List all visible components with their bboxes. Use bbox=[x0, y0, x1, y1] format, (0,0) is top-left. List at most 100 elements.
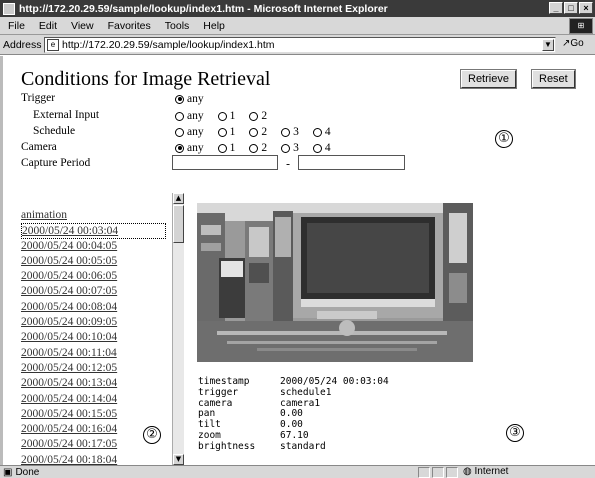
option-label: 2 bbox=[261, 110, 268, 122]
capture-period-separator: - bbox=[286, 157, 291, 171]
camera-radio-any[interactable]: any bbox=[175, 142, 204, 154]
menu-favorites[interactable]: Favorites bbox=[108, 20, 151, 32]
list-item[interactable]: 2000/05/24 00:12:05 bbox=[21, 361, 166, 376]
camera-label: Camera bbox=[21, 141, 57, 153]
list-item[interactable]: 2000/05/24 00:07:05 bbox=[21, 284, 166, 299]
radio-icon bbox=[249, 111, 259, 121]
menu-edit[interactable]: Edit bbox=[39, 20, 57, 32]
list-item[interactable]: 2000/05/24 00:10:04 bbox=[21, 330, 166, 345]
list-item[interactable]: 2000/05/24 00:11:04 bbox=[21, 346, 166, 361]
radio-icon bbox=[175, 111, 184, 121]
meta-row: brightness standard bbox=[198, 440, 389, 453]
list-item[interactable]: 2000/05/24 00:15:05 bbox=[21, 407, 166, 422]
status-segment bbox=[432, 467, 444, 478]
status-page-icon: ▣ bbox=[3, 466, 13, 478]
list-item[interactable]: 2000/05/24 00:08:04 bbox=[21, 300, 166, 315]
radio-icon bbox=[175, 143, 184, 153]
reset-button[interactable]: Reset bbox=[531, 69, 576, 89]
camera-radio-3[interactable]: 3 bbox=[281, 142, 299, 154]
page-icon: e bbox=[47, 39, 59, 51]
list-scrollbar[interactable]: ▲ ▼ bbox=[172, 193, 184, 465]
windows-logo-icon: ⊞ bbox=[569, 18, 593, 34]
option-label: 3 bbox=[293, 142, 299, 154]
address-dropdown-icon[interactable]: ▼ bbox=[542, 39, 554, 51]
radio-icon bbox=[217, 127, 227, 137]
schedule-radio-4[interactable]: 4 bbox=[312, 126, 331, 138]
list-item[interactable]: 2000/05/24 00:04:05 bbox=[21, 239, 166, 254]
capture-period-label: Capture Period bbox=[21, 157, 91, 169]
radio-icon bbox=[249, 143, 259, 153]
animation-link[interactable]: animation bbox=[21, 208, 166, 223]
external-input-radio-any[interactable]: any bbox=[175, 110, 204, 122]
status-bar: ▣ Done ◍ Internet bbox=[0, 465, 595, 478]
list-item[interactable]: 2000/05/24 00:06:05 bbox=[21, 269, 166, 284]
scroll-thumb[interactable] bbox=[173, 205, 184, 243]
menu-help[interactable]: Help bbox=[203, 20, 225, 32]
radio-icon bbox=[175, 94, 184, 104]
menubar: File Edit View Favorites Tools Help ⊞ bbox=[0, 17, 595, 35]
internet-zone: ◍ Internet bbox=[463, 466, 508, 477]
camera-radio-1[interactable]: 1 bbox=[217, 142, 236, 154]
schedule-radio-1[interactable]: 1 bbox=[217, 126, 235, 138]
trigger-radio-any[interactable]: any bbox=[175, 93, 204, 105]
close-button[interactable]: × bbox=[579, 2, 593, 14]
camera-image bbox=[197, 203, 473, 362]
external-input-radio-2[interactable]: 2 bbox=[249, 110, 267, 122]
minimize-button[interactable]: _ bbox=[549, 2, 563, 14]
menu-file[interactable]: File bbox=[8, 20, 25, 32]
address-label: Address bbox=[3, 38, 42, 51]
status-segment bbox=[446, 467, 458, 478]
address-bar: Address e http://172.20.29.59/sample/loo… bbox=[0, 35, 595, 55]
list-item[interactable]: 2000/05/24 00:14:04 bbox=[21, 392, 166, 407]
page-content: Conditions for Image Retrieval Retrieve … bbox=[0, 56, 595, 466]
list-item[interactable]: 2000/05/24 00:09:05 bbox=[21, 315, 166, 330]
external-input-radio-1[interactable]: 1 bbox=[217, 110, 236, 122]
scroll-up-icon[interactable]: ▲ bbox=[173, 193, 184, 204]
radio-icon bbox=[217, 111, 227, 121]
radio-icon bbox=[217, 143, 227, 153]
meta-row: trigger schedule1 bbox=[198, 387, 389, 399]
image-metadata: timestamp 2000/05/24 00:03:04 trigger sche… bbox=[198, 376, 389, 453]
meta-key: brightness bbox=[198, 440, 256, 452]
schedule-options: any 1 2 3 4 bbox=[175, 126, 345, 138]
option-label: 1 bbox=[229, 110, 236, 122]
scroll-down-icon[interactable]: ▼ bbox=[173, 454, 184, 465]
address-input[interactable]: e http://172.20.29.59/sample/lookup/inde… bbox=[44, 37, 556, 53]
option-label: any bbox=[187, 126, 204, 138]
address-url: http://172.20.29.59/sample/lookup/index1… bbox=[62, 39, 275, 51]
menu-tools[interactable]: Tools bbox=[165, 20, 190, 32]
camera-radio-2[interactable]: 2 bbox=[249, 142, 267, 154]
capture-period-from-input[interactable] bbox=[172, 155, 278, 170]
go-button[interactable]: ↗Go bbox=[562, 38, 584, 49]
trigger-label: Trigger bbox=[21, 92, 56, 104]
window-title: http://172.20.29.59/sample/lookup/index1… bbox=[19, 2, 388, 15]
menu-view[interactable]: View bbox=[71, 20, 94, 32]
option-label: any bbox=[187, 93, 204, 105]
capture-period-to-input[interactable] bbox=[298, 155, 405, 170]
schedule-radio-2[interactable]: 2 bbox=[249, 126, 267, 138]
callout-1: ① bbox=[495, 130, 513, 148]
radio-icon bbox=[312, 127, 322, 137]
trigger-options: any bbox=[175, 93, 218, 105]
camera-radio-4[interactable]: 4 bbox=[312, 142, 331, 154]
schedule-radio-any[interactable]: any bbox=[175, 126, 204, 138]
option-label: any bbox=[187, 110, 204, 122]
status-segment bbox=[418, 467, 430, 478]
list-item[interactable]: 2000/05/24 00:13:04 bbox=[21, 376, 166, 391]
option-label: 2 bbox=[261, 142, 268, 154]
camera-options: any 1 2 3 4 bbox=[175, 142, 345, 154]
radio-icon bbox=[281, 127, 291, 137]
radio-icon bbox=[175, 127, 184, 137]
callout-3: ③ bbox=[506, 424, 524, 442]
option-label: 2 bbox=[261, 126, 268, 138]
list-item[interactable]: 2000/05/24 00:03:04 bbox=[21, 223, 166, 239]
status-text: Done bbox=[15, 466, 40, 478]
list-item[interactable]: 2000/05/24 00:05:05 bbox=[21, 254, 166, 269]
callout-2: ② bbox=[143, 426, 161, 444]
page-title: Conditions for Image Retrieval bbox=[21, 68, 271, 90]
maximize-button[interactable]: □ bbox=[564, 2, 578, 14]
option-label: 1 bbox=[229, 142, 236, 154]
schedule-radio-3[interactable]: 3 bbox=[281, 126, 299, 138]
retrieve-button[interactable]: Retrieve bbox=[460, 69, 517, 89]
external-input-label: External Input bbox=[33, 109, 100, 121]
